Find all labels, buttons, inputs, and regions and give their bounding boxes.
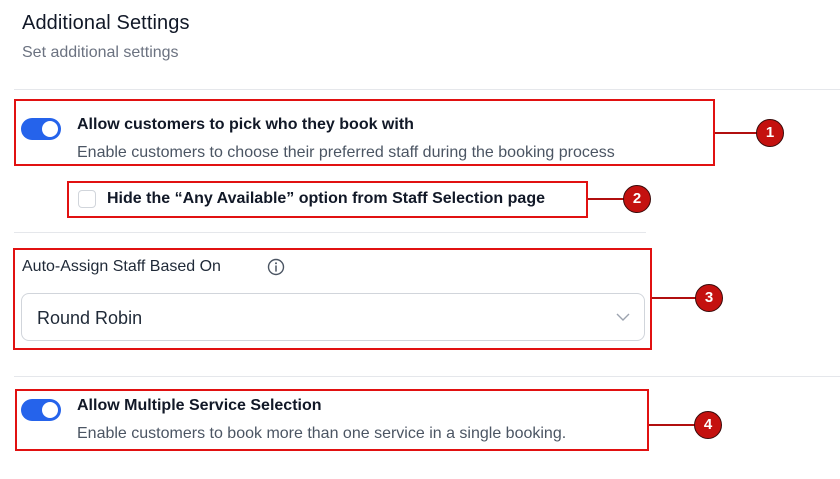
annotation-connector-4 [649,424,695,426]
annotation-badge-2: 2 [623,185,651,213]
section-subtitle: Set additional settings [22,44,179,61]
annotation-box-2 [67,181,588,218]
staff-divider [14,232,646,233]
header-divider [14,89,840,90]
additional-settings-panel: Additional Settings Set additional setti… [0,0,840,479]
annotation-box-4 [15,389,649,451]
annotation-badge-1: 1 [756,119,784,147]
annotation-box-1 [14,99,715,166]
annotation-badge-3: 3 [695,284,723,312]
annotation-connector-3 [652,297,696,299]
annotation-connector-1 [715,132,757,134]
section-title: Additional Settings [22,12,190,34]
annotation-connector-2 [588,198,624,200]
auto-assign-divider [14,376,840,377]
annotation-badge-4: 4 [694,411,722,439]
annotation-box-3 [13,248,652,350]
